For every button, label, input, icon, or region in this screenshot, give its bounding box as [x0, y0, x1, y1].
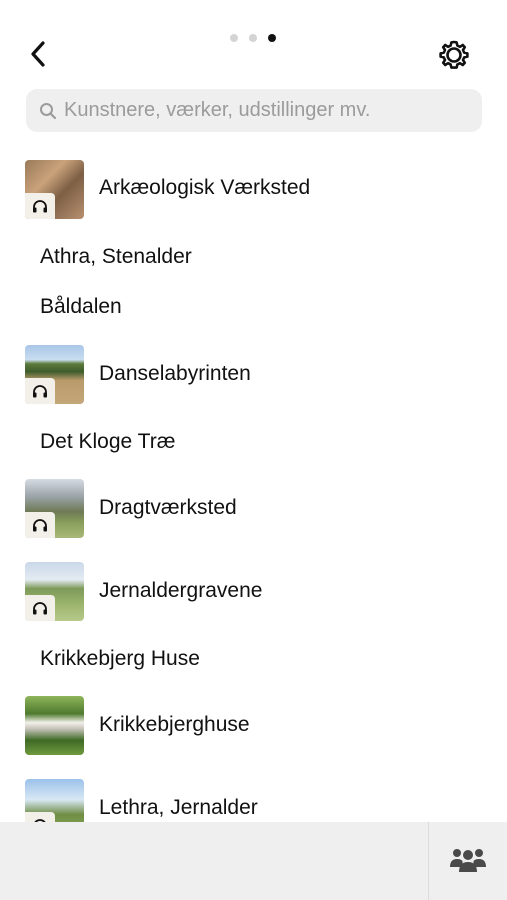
list-item[interactable]: Krikkebjerg Huse — [0, 644, 507, 674]
page-indicator — [230, 34, 276, 42]
list-item-label: Det Kloge Træ — [40, 430, 176, 453]
headphones-icon — [25, 595, 55, 621]
page-dot-active — [268, 34, 276, 42]
gear-icon — [439, 40, 469, 69]
list-item-label: Arkæologisk Værksted — [99, 176, 311, 199]
page-dot — [230, 34, 238, 42]
list-item-label: Dragtværksted — [99, 496, 237, 519]
back-button[interactable] — [22, 36, 54, 72]
list-item[interactable]: Krikkebjerghuse — [0, 696, 507, 756]
header — [0, 0, 507, 84]
list-item[interactable]: Jernaldergravene — [0, 562, 507, 622]
visitors-button[interactable] — [446, 842, 490, 878]
headphones-icon — [25, 512, 55, 538]
headphones-icon — [25, 378, 55, 404]
list-item[interactable]: Danselabyrinten — [0, 345, 507, 405]
search-bar[interactable] — [26, 89, 482, 132]
list-item-label: Athra, Stenalder — [40, 245, 192, 268]
list-item-label: Båldalen — [40, 295, 122, 318]
list-item-label: Krikkebjerghuse — [99, 713, 250, 736]
list-item-label: Jernaldergravene — [99, 579, 263, 602]
chevron-left-icon — [31, 41, 45, 67]
list-item[interactable]: Dragtværksted — [0, 479, 507, 539]
thumbnail-image — [25, 696, 84, 755]
search-icon — [38, 101, 58, 121]
thumbnail-image — [25, 160, 84, 219]
headphones-icon — [25, 193, 55, 219]
list-item-label: Krikkebjerg Huse — [40, 647, 200, 670]
settings-button[interactable] — [437, 38, 471, 72]
bottom-bar — [0, 822, 507, 900]
list-item[interactable]: Det Kloge Træ — [0, 427, 507, 457]
people-group-icon — [450, 849, 486, 872]
list-item-label: Danselabyrinten — [99, 362, 251, 385]
thumbnail-image — [25, 345, 84, 404]
list-item[interactable]: Athra, Stenalder — [0, 242, 507, 272]
search-input[interactable] — [64, 99, 464, 122]
divider — [428, 822, 429, 900]
list-item[interactable]: Båldalen — [0, 293, 507, 323]
list-item[interactable]: Arkæologisk Værksted — [0, 160, 507, 220]
thumbnail-image — [25, 562, 84, 621]
thumbnail-image — [25, 479, 84, 538]
list-item-label: Lethra, Jernalder — [99, 796, 258, 819]
page-dot — [249, 34, 257, 42]
